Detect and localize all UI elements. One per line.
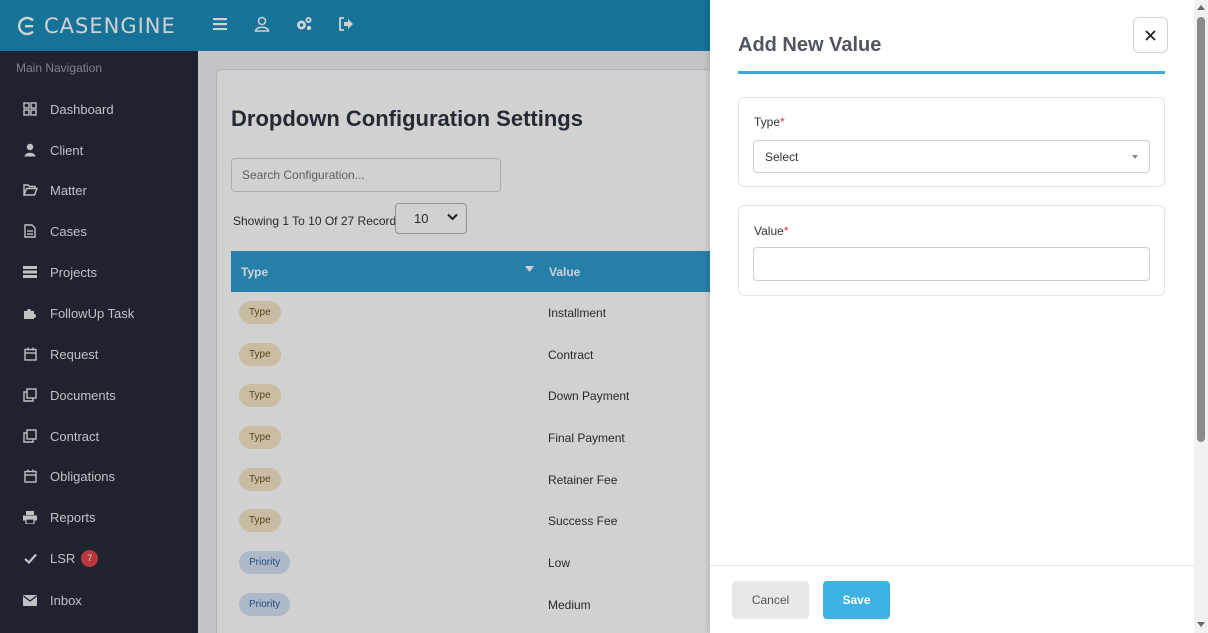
page-scrollbar[interactable]: [1194, 0, 1208, 633]
type-select-value: Select: [765, 149, 799, 164]
add-value-drawer: Add New Value Type* Select Value* Cancel…: [710, 0, 1194, 633]
drawer-title: Add New Value: [738, 34, 882, 56]
scroll-down-arrow-icon[interactable]: [1197, 622, 1205, 627]
modal-backdrop[interactable]: [0, 0, 710, 633]
scroll-up-arrow-icon[interactable]: [1197, 5, 1205, 10]
save-button[interactable]: Save: [823, 581, 890, 619]
value-field-panel: Value*: [738, 205, 1165, 296]
type-label-text: Type: [754, 115, 781, 129]
type-label: Type*: [754, 115, 785, 129]
title-underline: [738, 71, 1165, 74]
scrollbar-thumb[interactable]: [1197, 17, 1205, 442]
value-label-text: Value: [754, 224, 784, 238]
required-mark: *: [783, 224, 789, 238]
type-select[interactable]: Select: [753, 140, 1150, 173]
required-mark: *: [780, 115, 785, 129]
close-icon: [1145, 29, 1156, 41]
cancel-button[interactable]: Cancel: [732, 581, 809, 619]
close-button[interactable]: [1133, 17, 1168, 53]
value-input[interactable]: [753, 247, 1150, 281]
footer-divider: [710, 565, 1194, 566]
type-field-panel: Type* Select: [738, 97, 1165, 187]
value-label: Value*: [754, 224, 788, 238]
caret-down-icon: [1132, 155, 1138, 159]
